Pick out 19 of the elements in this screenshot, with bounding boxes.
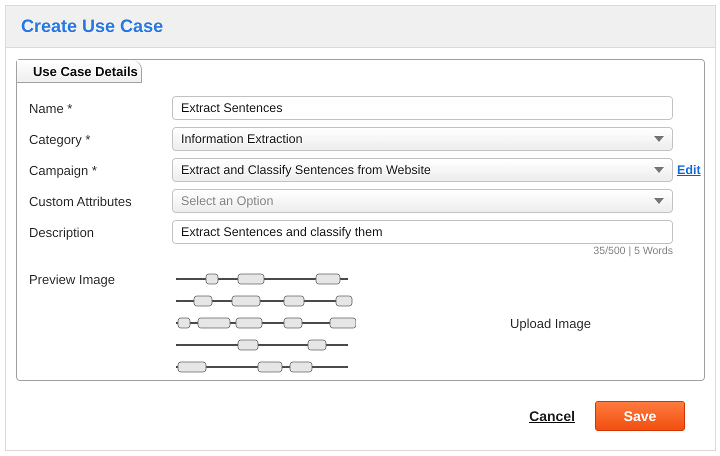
caret-icon <box>654 167 664 173</box>
field-label: Description <box>29 224 96 240</box>
dropdown[interactable]: Extract and Classify Sentences from Website <box>172 158 673 182</box>
text-field[interactable]: Extract Sentences <box>172 96 673 120</box>
edit-link[interactable]: Edit <box>677 163 701 177</box>
cancel-link[interactable]: Cancel <box>529 408 575 424</box>
section-tab[interactable]: Use Case Details <box>17 60 142 83</box>
field-label: Campaign * <box>29 162 98 178</box>
page-title: Create Use Case <box>21 16 164 37</box>
caret-icon <box>654 136 664 142</box>
caret-icon <box>654 198 664 204</box>
field-label: Category * <box>29 132 92 146</box>
character-counter: 35/500 | 5 Words <box>592 245 673 257</box>
field-label: Name * <box>29 100 74 116</box>
upload-image-link[interactable]: Upload Image <box>510 316 591 331</box>
field-label: Custom Attributes <box>29 194 133 208</box>
text-field[interactable]: Extract Sentences and classify them <box>172 220 673 244</box>
dropdown[interactable]: Information Extraction <box>172 127 673 151</box>
field-label: Preview Image <box>29 272 116 287</box>
